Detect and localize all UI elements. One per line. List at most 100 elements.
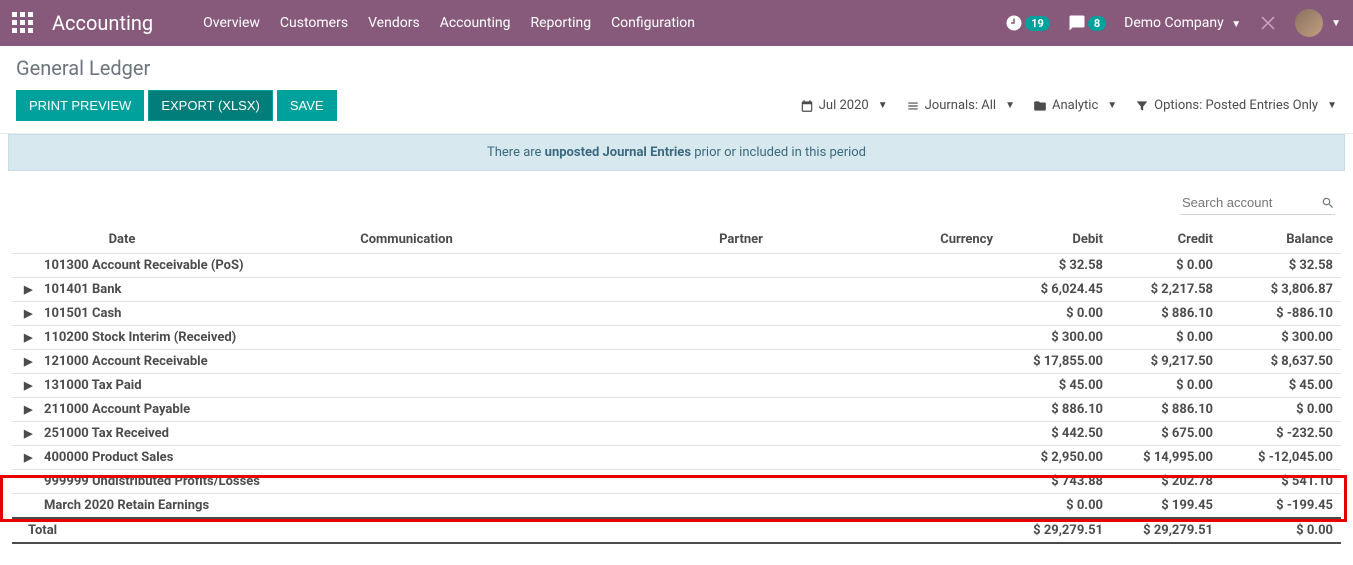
table-row[interactable]: ▶110200 Stock Interim (Received) $ 300.00… [12, 326, 1341, 350]
cell-credit: $ 0.00 [1111, 374, 1221, 398]
account-name[interactable]: ▶101401 Bank [12, 278, 1001, 302]
apps-icon[interactable] [12, 12, 34, 34]
timer-button[interactable]: 19 [1005, 14, 1050, 32]
col-partner: Partner [581, 226, 901, 254]
debug-icon[interactable] [1259, 14, 1277, 32]
company-switcher[interactable]: Demo Company ▼ [1124, 15, 1241, 31]
expand-caret-icon[interactable]: ▶ [24, 355, 32, 368]
cell-debit: $ 0.00 [1001, 494, 1111, 519]
cell-debit: $ 0.00 [1001, 302, 1111, 326]
nav-links: Overview Customers Vendors Accounting Re… [203, 15, 695, 31]
expand-caret-icon[interactable]: ▶ [24, 331, 32, 344]
cell-balance: $ 0.00 [1221, 398, 1341, 422]
cell-balance: $ 541.10 [1221, 470, 1341, 494]
report-filters: Jul 2020 ▼ Journals: All ▼ Analytic ▼ Op… [800, 98, 1337, 113]
nav-link-customers[interactable]: Customers [280, 15, 348, 31]
nav-link-overview[interactable]: Overview [203, 15, 260, 31]
table-row[interactable]: ▶101401 Bank$ 6,024.45$ 2,217.58$ 3,806.… [12, 278, 1341, 302]
account-name[interactable]: ▶251000 Tax Received [12, 422, 1001, 446]
clock-icon [1005, 14, 1023, 32]
search-account-input[interactable] [1180, 191, 1321, 214]
table-row[interactable]: ▶121000 Account Receivable$ 17,855.00$ 9… [12, 350, 1341, 374]
nav-link-reporting[interactable]: Reporting [531, 15, 592, 31]
cell-balance: $ -886.10 [1221, 302, 1341, 326]
cell-debit: $ 2,950.00 [1001, 446, 1111, 470]
nav-right: 19 8 Demo Company ▼ ▼ [1005, 9, 1341, 37]
funnel-icon [1135, 99, 1149, 113]
table-row[interactable]: ▶251000 Tax Received$ 442.50$ 675.00$ -2… [12, 422, 1341, 446]
total-balance: $ 0.00 [1221, 518, 1341, 543]
table-row[interactable]: ▶211000 Account Payable$ 886.10$ 886.10$… [12, 398, 1341, 422]
user-menu[interactable]: ▼ [1295, 9, 1341, 37]
account-name[interactable]: March 2020 Retain Earnings [12, 494, 1001, 519]
book-icon [906, 99, 920, 113]
nav-link-vendors[interactable]: Vendors [368, 15, 420, 31]
cell-balance: $ -199.45 [1221, 494, 1341, 519]
table-row[interactable]: March 2020 Retain Earnings$ 0.00$ 199.45… [12, 494, 1341, 519]
messages-badge: 8 [1088, 16, 1106, 31]
timer-badge: 19 [1025, 16, 1050, 31]
nav-link-configuration[interactable]: Configuration [611, 15, 695, 31]
journals-filter[interactable]: Journals: All ▼ [906, 98, 1015, 113]
cell-credit: $ 886.10 [1111, 398, 1221, 422]
print-preview-button[interactable]: PRINT PREVIEW [16, 90, 144, 121]
cell-credit: $ 2,217.58 [1111, 278, 1221, 302]
cell-balance: $ 3,806.87 [1221, 278, 1341, 302]
navbar: Accounting Overview Customers Vendors Ac… [0, 0, 1353, 46]
options-filter[interactable]: Options: Posted Entries Only ▼ [1135, 98, 1337, 113]
account-name[interactable]: 101300 Account Receivable (PoS) [12, 254, 1001, 278]
expand-caret-icon[interactable]: ▶ [24, 283, 32, 296]
save-button[interactable]: SAVE [277, 90, 337, 121]
col-balance: Balance [1221, 226, 1341, 254]
expand-caret-icon[interactable]: ▶ [24, 307, 32, 320]
expand-caret-icon[interactable]: ▶ [24, 451, 32, 464]
col-credit: Credit [1111, 226, 1221, 254]
account-name[interactable]: ▶101501 Cash [12, 302, 1001, 326]
cell-debit: $ 743.88 [1001, 470, 1111, 494]
account-name[interactable]: 999999 Undistributed Profits/Losses [12, 470, 1001, 494]
cell-debit: $ 442.50 [1001, 422, 1111, 446]
caret-down-icon: ▼ [1107, 100, 1117, 111]
col-debit: Debit [1001, 226, 1111, 254]
expand-caret-icon[interactable]: ▶ [24, 379, 32, 392]
account-name[interactable]: ▶121000 Account Receivable [12, 350, 1001, 374]
cell-credit: $ 202.78 [1111, 470, 1221, 494]
cell-debit: $ 45.00 [1001, 374, 1111, 398]
export-xlsx-button[interactable]: EXPORT (XLSX) [148, 90, 273, 121]
expand-caret-icon[interactable]: ▶ [24, 403, 32, 416]
table-row[interactable]: ▶400000 Product Sales$ 2,950.00$ 14,995.… [12, 446, 1341, 470]
cell-credit: $ 14,995.00 [1111, 446, 1221, 470]
table-row[interactable]: 101300 Account Receivable (PoS)$ 32.58$ … [12, 254, 1341, 278]
avatar [1295, 9, 1323, 37]
cell-balance: $ 32.58 [1221, 254, 1341, 278]
col-currency: Currency [901, 226, 1001, 254]
total-row: Total$ 29,279.51$ 29,279.51$ 0.00 [12, 518, 1341, 543]
analytic-filter[interactable]: Analytic ▼ [1033, 98, 1117, 113]
col-date: Date [12, 226, 232, 254]
table-row[interactable]: ▶131000 Tax Paid$ 45.00$ 0.00$ 45.00 [12, 374, 1341, 398]
app-brand[interactable]: Accounting [52, 11, 153, 35]
nav-link-accounting[interactable]: Accounting [440, 15, 511, 31]
table-header-row: Date Communication Partner Currency Debi… [12, 226, 1341, 254]
messages-button[interactable]: 8 [1068, 14, 1106, 32]
cell-balance: $ 8,637.50 [1221, 350, 1341, 374]
account-name[interactable]: ▶110200 Stock Interim (Received) [12, 326, 1001, 350]
col-communication: Communication [232, 226, 581, 254]
cell-balance: $ 45.00 [1221, 374, 1341, 398]
calendar-icon [800, 99, 814, 113]
date-filter[interactable]: Jul 2020 ▼ [800, 98, 888, 113]
search-account-wrap [1180, 191, 1335, 215]
table-row[interactable]: 999999 Undistributed Profits/Losses$ 743… [12, 470, 1341, 494]
caret-down-icon: ▼ [1327, 100, 1337, 111]
account-name[interactable]: ▶131000 Tax Paid [12, 374, 1001, 398]
cell-debit: $ 17,855.00 [1001, 350, 1111, 374]
cell-debit: $ 886.10 [1001, 398, 1111, 422]
account-name[interactable]: ▶400000 Product Sales [12, 446, 1001, 470]
account-name[interactable]: ▶211000 Account Payable [12, 398, 1001, 422]
table-row[interactable]: ▶101501 Cash$ 0.00$ 886.10$ -886.10 [12, 302, 1341, 326]
unposted-entries-alert[interactable]: There are unposted Journal Entries prior… [8, 134, 1345, 171]
search-icon[interactable] [1321, 196, 1335, 210]
cell-balance: $ 300.00 [1221, 326, 1341, 350]
expand-caret-icon[interactable]: ▶ [24, 427, 32, 440]
cell-balance: $ -12,045.00 [1221, 446, 1341, 470]
